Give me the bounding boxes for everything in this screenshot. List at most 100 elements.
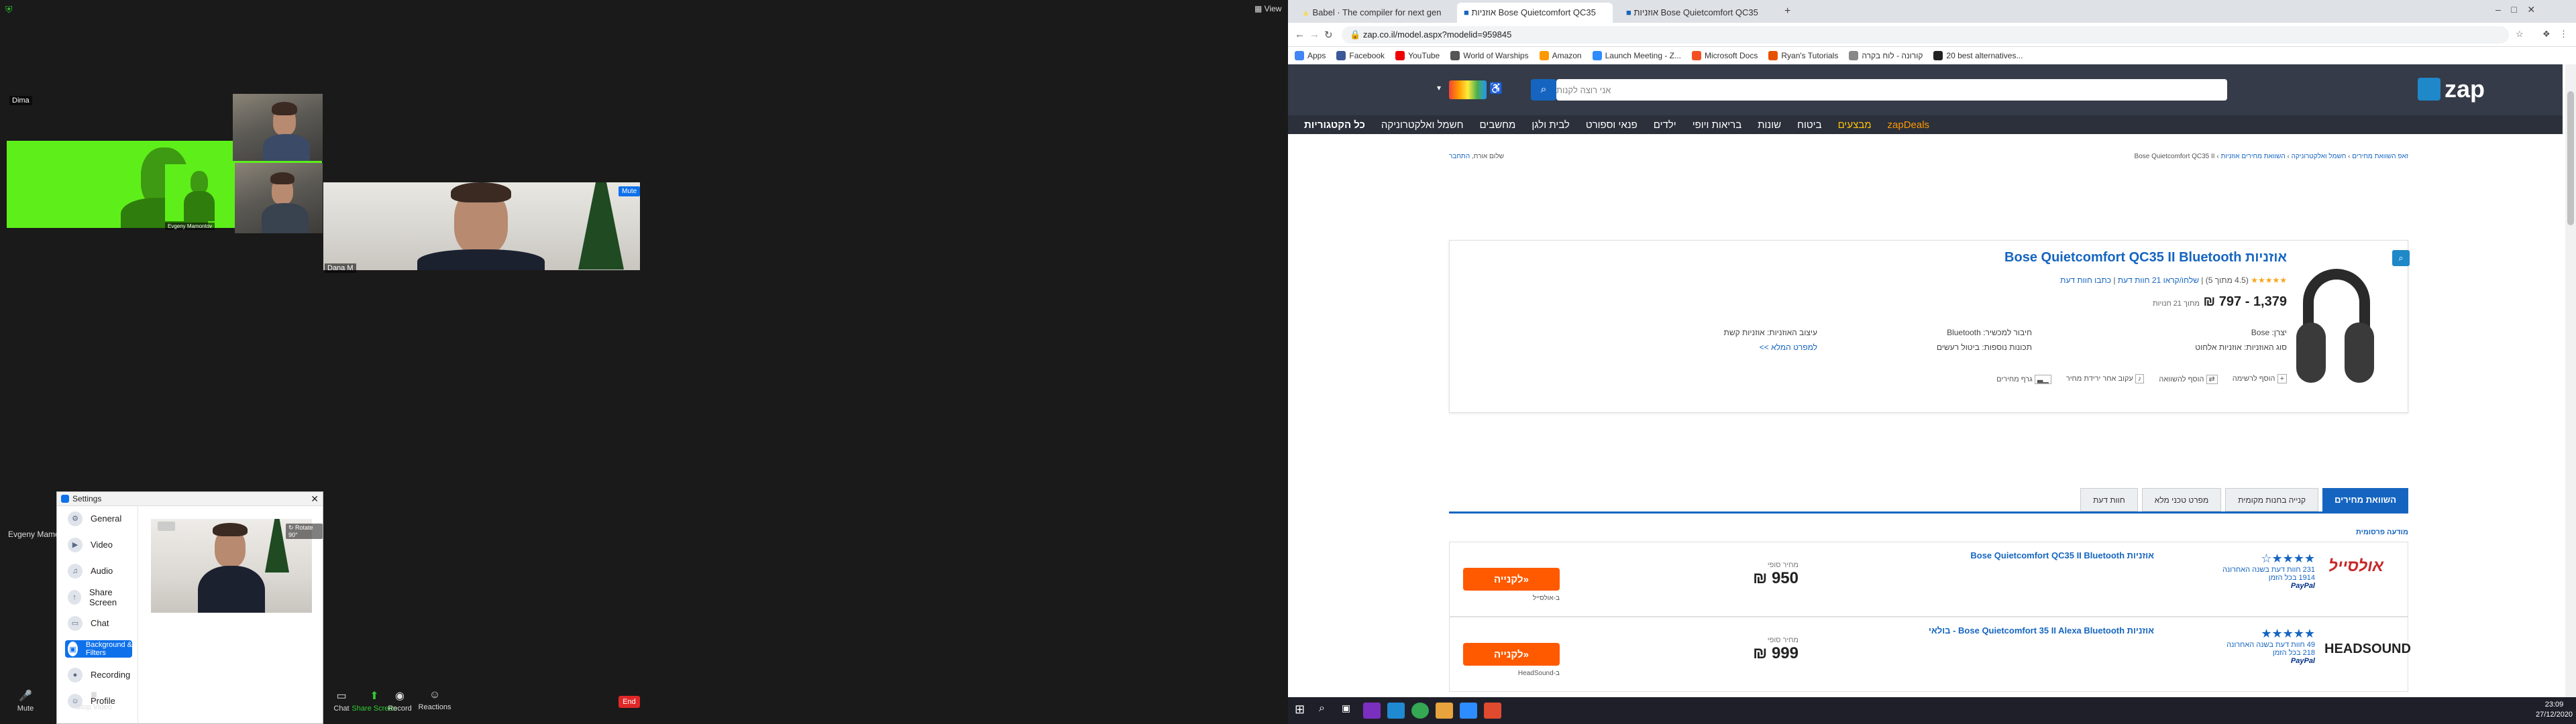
- clock[interactable]: 23:09 27/12/2020: [2536, 700, 2573, 720]
- extensions-icon[interactable]: ❖: [2542, 29, 2551, 40]
- buy-button[interactable]: לקנייה »: [1463, 568, 1560, 591]
- nav-misc[interactable]: שונות: [1758, 119, 1781, 131]
- bookmark-facebook[interactable]: Facebook: [1336, 51, 1385, 60]
- add-to-list-button[interactable]: + הוסף לרשימה: [2233, 374, 2287, 383]
- tab-local-store[interactable]: קנייה בחנות מקומית: [2225, 488, 2319, 511]
- shield-icon[interactable]: ⛨: [5, 4, 13, 15]
- tab-babel[interactable]: ▲ Babel · The compiler for next gen: [1295, 3, 1450, 23]
- zap-search-button[interactable]: ⌕: [1531, 79, 1556, 101]
- search-icon[interactable]: ⌕: [1319, 703, 1325, 715]
- reviews-link[interactable]: שלחו/קראו 21 חוות דעת: [2118, 276, 2199, 285]
- view-button[interactable]: ▦ View: [1254, 4, 1281, 13]
- offer-title[interactable]: אוזניות Bose Quietcomfort 35 II Alexa Bl…: [1879, 625, 2154, 636]
- participant-tile-man-bottom[interactable]: [235, 163, 323, 233]
- new-tab-icon[interactable]: +: [1784, 5, 1790, 17]
- bookmark-ryans[interactable]: Ryan's Tutorials: [1768, 51, 1838, 60]
- settings-item-background[interactable]: ▣ Background & Filters: [65, 640, 132, 658]
- nav-home[interactable]: לבית ולגן: [1532, 119, 1570, 131]
- bookmark-wows[interactable]: World of Warships: [1450, 51, 1529, 60]
- back-icon[interactable]: ←: [1295, 29, 1305, 40]
- stop-video-button[interactable]: ■ Stop Video: [67, 689, 121, 711]
- settings-item-general[interactable]: ⚙ General: [57, 511, 138, 526]
- bookmark-youtube[interactable]: YouTube: [1395, 51, 1440, 60]
- visual-studio-icon[interactable]: [1363, 703, 1381, 719]
- nav-electronics[interactable]: חשמל ואלקטרוניקה: [1381, 119, 1464, 131]
- nav-deals[interactable]: מבצעים: [1838, 119, 1872, 131]
- compare-button[interactable]: ⇄ הוסף להשוואה: [2159, 375, 2218, 384]
- accessibility-figures[interactable]: [1449, 80, 1487, 99]
- accessibility-icon[interactable]: ♿: [1489, 82, 1503, 95]
- nav-zapdeals[interactable]: zapDeals: [1888, 119, 1930, 131]
- bookmark-amazon[interactable]: Amazon: [1539, 51, 1582, 60]
- close-icon[interactable]: ✕: [2527, 4, 2535, 15]
- end-meeting-button[interactable]: End: [619, 696, 640, 708]
- bookmark-zoom[interactable]: Launch Meeting - Z...: [1592, 51, 1681, 60]
- full-spec-link[interactable]: למפרט המלא >>: [1616, 340, 1817, 355]
- zoom-image-button[interactable]: ⌕: [2392, 250, 2410, 266]
- task-view-icon[interactable]: ▣: [1342, 703, 1350, 714]
- store-stars: ★★★★★: [2261, 627, 2315, 640]
- magnifier-icon: ⌕: [2398, 253, 2404, 263]
- nav-insurance[interactable]: ביטוח: [1797, 119, 1821, 131]
- zap-logo[interactable]: zap: [2418, 74, 2498, 105]
- globe-icon: [1849, 51, 1859, 60]
- zap-search-input[interactable]: אני רוצה לקנות: [1556, 79, 2227, 101]
- product-image[interactable]: [2296, 255, 2377, 396]
- nav-leisure[interactable]: פנאי וספורט: [1586, 119, 1638, 131]
- price-history-button[interactable]: ▁▃ גרף מחירים: [1996, 375, 2051, 384]
- write-review-link[interactable]: כתבו חוות דעת: [2060, 276, 2111, 285]
- bookmark-msdocs[interactable]: Microsoft Docs: [1692, 51, 1758, 60]
- windows-start-icon[interactable]: ⊞: [1295, 703, 1305, 717]
- tab-zap-active[interactable]: ■ אוזניות Bose Quietcomfort QC35: [1457, 3, 1613, 23]
- bookmark-alternatives[interactable]: 20 best alternatives...: [1933, 51, 2023, 60]
- store-logo[interactable]: אולסייל: [2328, 557, 2383, 576]
- breadcrumb-row: שלום אורח, התחבר זאפ השוואת מחירים › חשמ…: [1449, 153, 2408, 160]
- nav-all-categories[interactable]: כל הקטגוריות: [1304, 119, 1365, 131]
- buy-button[interactable]: לקנייה »: [1463, 643, 1560, 666]
- store-logo[interactable]: HEADSOUND: [2324, 642, 2411, 657]
- participant-tile-small[interactable]: [165, 164, 233, 221]
- offer-row[interactable]: אולסייל ★★★★☆ 231 חוות דעת בשנה האחרונה …: [1449, 542, 2408, 617]
- minimize-icon[interactable]: –: [2496, 4, 2501, 15]
- offer-title[interactable]: אוזניות Bose Quietcomfort QC35 II Blueto…: [1879, 550, 2154, 560]
- settings-item-chat[interactable]: ▭ Chat: [57, 615, 138, 631]
- rotate-button[interactable]: ↻ Rotate 90°: [286, 524, 323, 539]
- close-icon[interactable]: ✕: [311, 493, 319, 505]
- scrollbar-thumb[interactable]: [2567, 91, 2574, 225]
- active-speaker-tile[interactable]: [323, 182, 640, 270]
- bookmark-apps[interactable]: Apps: [1295, 51, 1326, 60]
- settings-item-share-screen[interactable]: ↑ Share Screen: [57, 587, 138, 607]
- settings-item-audio[interactable]: ♫ Audio: [57, 563, 138, 579]
- reload-icon[interactable]: ↻: [1324, 29, 1333, 41]
- price-alert-button[interactable]: ♪ עקוב אחר ירידת מחיר: [2066, 374, 2145, 383]
- scrollbar[interactable]: [2565, 64, 2576, 697]
- nav-kids[interactable]: ילדים: [1654, 119, 1676, 131]
- tab-zap-2[interactable]: ■ אוזניות Bose Quietcomfort QC35: [1619, 3, 1775, 23]
- chevron-down-icon[interactable]: ▾: [1437, 83, 1441, 93]
- file-explorer-icon[interactable]: [1436, 703, 1453, 719]
- mute-button[interactable]: 🎤 Mute: [5, 689, 46, 713]
- menu-icon[interactable]: ⋮: [2559, 29, 2568, 40]
- chrome-icon[interactable]: [1411, 703, 1429, 719]
- app-icon[interactable]: [1484, 703, 1501, 719]
- address-bar[interactable]: 🔒 zap.co.il/model.aspx?modelid=959845: [1342, 26, 2509, 44]
- login-link[interactable]: התחבר: [1449, 153, 1470, 160]
- offer-row[interactable]: HEADSOUND ★★★★★ 49 חוות דעת בשנה האחרונה…: [1449, 617, 2411, 692]
- forward-icon[interactable]: →: [1309, 29, 1320, 40]
- bookmark-corona[interactable]: קורונה - לוח בקרה: [1849, 51, 1923, 60]
- mute-badge[interactable]: Mute: [619, 186, 641, 196]
- maximize-icon[interactable]: □: [2511, 4, 2516, 15]
- tab-price-compare[interactable]: השוואת מחירים: [2322, 488, 2408, 511]
- reactions-button[interactable]: ☺ Reactions: [411, 689, 459, 711]
- participant-tile-man-top[interactable]: [233, 94, 323, 161]
- nav-health[interactable]: בריאות ויופי: [1693, 119, 1741, 131]
- settings-item-recording[interactable]: ● Recording: [57, 667, 138, 682]
- nav-computers[interactable]: מחשבים: [1479, 119, 1515, 131]
- tab-full-spec[interactable]: מפרט טכני מלא: [2141, 488, 2222, 511]
- settings-item-video[interactable]: ▶ Video: [57, 537, 138, 552]
- tab-reviews[interactable]: חוות דעת: [2080, 488, 2138, 511]
- rating-row: ★★★★★ (4.5 מתוך 5) | שלחו/קראו 21 חוות ד…: [2060, 276, 2287, 285]
- zoom-app-icon[interactable]: [1460, 703, 1477, 719]
- star-icon[interactable]: ☆: [2516, 29, 2524, 40]
- vscode-icon[interactable]: [1387, 703, 1405, 719]
